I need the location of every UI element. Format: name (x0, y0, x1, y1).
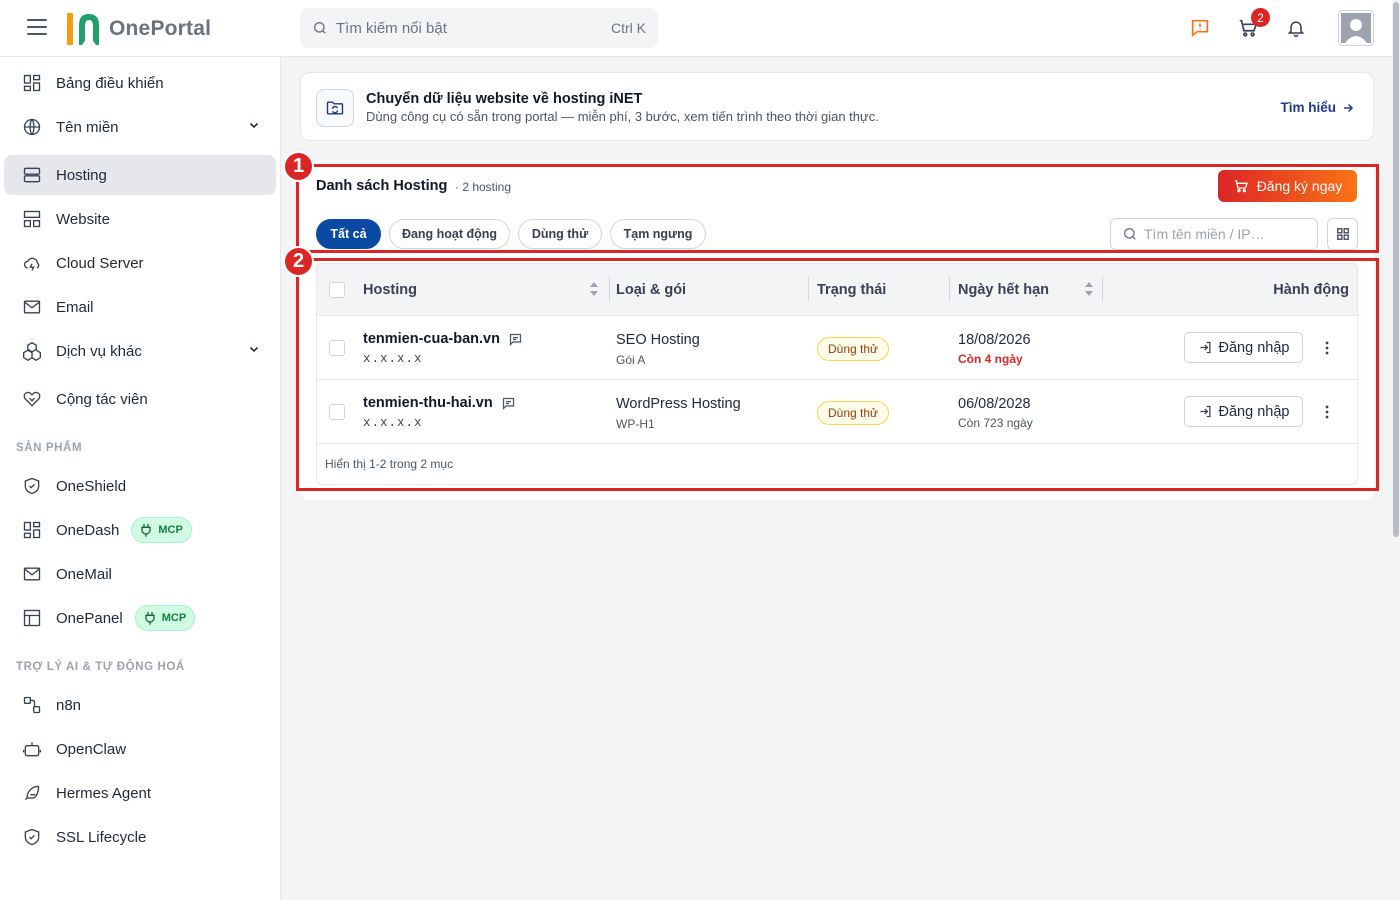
sidebar-item-label: Tên miền (56, 118, 119, 136)
dashboard-icon (20, 71, 44, 95)
bell-icon[interactable] (1284, 16, 1308, 40)
plug-icon (145, 612, 155, 625)
robot-icon (20, 737, 44, 761)
app-name: OnePortal (109, 17, 212, 40)
sidebar-item-label: OnePanel (56, 609, 123, 627)
layout-icon (20, 207, 44, 231)
annotation-marker-2: 2 (283, 246, 314, 277)
products-section-title: SẢN PHẨM (16, 442, 83, 454)
mail-icon (20, 295, 44, 319)
sidebar-item-label: OpenClaw (56, 740, 127, 758)
sidebar-item-label: Cloud Server (56, 254, 144, 272)
cloud-icon (20, 251, 44, 275)
workflow-icon (20, 693, 44, 717)
banner-description: Dùng công cụ có sẵn trong portal — miễn … (366, 109, 879, 124)
global-search[interactable]: Tìm kiếm nổi bật Ctrl K (300, 8, 658, 48)
sidebar-item-label: Dịch vụ khác (56, 342, 142, 360)
sidebar-item-label: Cộng tác viên (56, 390, 148, 408)
sidebar-item-label: OneDash (56, 521, 120, 539)
logo[interactable]: OnePortal (65, 11, 211, 47)
feather-icon (20, 781, 44, 805)
sidebar-item-label: n8n (56, 696, 82, 714)
sidebar-item-onepanel[interactable]: OnePanel MCP (4, 598, 276, 638)
server-icon (20, 163, 44, 187)
annotation-box-1 (296, 164, 1379, 253)
shield-icon (20, 474, 44, 498)
sidebar-item-hermes-agent[interactable]: Hermes Agent (4, 773, 276, 813)
sidebar-item-email[interactable]: Email (4, 287, 276, 327)
panel-icon (20, 606, 44, 630)
mcp-badge: MCP (131, 517, 192, 543)
sidebar-item-label: SSL Lifecycle (56, 828, 147, 846)
sidebar-item-other-services[interactable]: Dịch vụ khác (4, 331, 276, 371)
sidebar-item-label: OneShield (56, 477, 127, 495)
sidebar: Bảng điều khiển Tên miền Hosting Website… (0, 57, 281, 900)
ai-section-title: TRỢ LÝ AI & TỰ ĐỘNG HOÁ (16, 661, 185, 673)
search-placeholder: Tìm kiếm nổi bật (336, 19, 447, 37)
chevron-down-icon (249, 346, 259, 353)
dashboard-icon (20, 518, 44, 542)
sidebar-item-label: OneMail (56, 565, 112, 583)
search-shortcut: Ctrl K (611, 20, 646, 36)
search-icon (314, 22, 326, 34)
annotation-box-2 (296, 258, 1379, 491)
sidebar-item-label: Hermes Agent (56, 784, 152, 802)
boxes-icon (20, 339, 44, 363)
scrollbar-thumb[interactable] (1393, 2, 1399, 537)
avatar[interactable] (1338, 10, 1374, 46)
page-scrollbar[interactable] (1392, 0, 1400, 900)
cart-count-badge: 2 (1251, 8, 1270, 27)
migration-banner: Chuyển dữ liệu website về hosting iNET D… (300, 72, 1374, 141)
sidebar-item-oneshield[interactable]: OneShield (4, 466, 276, 506)
cart-icon[interactable]: 2 (1236, 8, 1270, 40)
arrow-right-icon (1343, 103, 1354, 112)
sidebar-item-onedash[interactable]: OneDash MCP (4, 510, 276, 550)
feedback-icon[interactable] (1188, 16, 1212, 40)
banner-title: Chuyển dữ liệu website về hosting iNET (366, 91, 643, 107)
mail-icon (20, 562, 44, 586)
sidebar-item-label: Bảng điều khiển (56, 74, 164, 92)
top-bar: OnePortal Tìm kiếm nổi bật Ctrl K 2 (0, 0, 1400, 57)
sidebar-item-label: Email (56, 298, 94, 316)
folder-sync-icon (316, 89, 354, 127)
chevron-down-icon (249, 122, 259, 129)
sidebar-item-domains[interactable]: Tên miền (4, 107, 276, 147)
sidebar-item-n8n[interactable]: n8n (4, 685, 276, 725)
mcp-badge: MCP (134, 605, 196, 631)
sidebar-item-website[interactable]: Website (4, 199, 276, 239)
oneportal-logo-icon (67, 13, 99, 45)
learn-more-link[interactable]: Tìm hiểu (1280, 100, 1355, 115)
plug-icon (141, 524, 152, 537)
sidebar-item-affiliate[interactable]: Cộng tác viên (4, 379, 276, 419)
shield-check-icon (20, 825, 44, 849)
sidebar-item-hosting[interactable]: Hosting (4, 155, 276, 195)
sidebar-item-ssl-lifecycle[interactable]: SSL Lifecycle (4, 817, 276, 857)
sidebar-item-label: Website (56, 210, 110, 228)
hamburger-menu-icon[interactable] (27, 19, 47, 37)
handshake-icon (20, 387, 44, 411)
annotation-marker-1: 1 (283, 151, 314, 182)
globe-icon (20, 115, 44, 139)
sidebar-item-openclaw[interactable]: OpenClaw (4, 729, 276, 769)
sidebar-item-label: Hosting (56, 166, 107, 184)
sidebar-item-onemail[interactable]: OneMail (4, 554, 276, 594)
user-avatar-icon (1341, 13, 1371, 43)
sidebar-item-cloud-server[interactable]: Cloud Server (4, 243, 276, 283)
sidebar-item-dashboard[interactable]: Bảng điều khiển (4, 63, 276, 103)
